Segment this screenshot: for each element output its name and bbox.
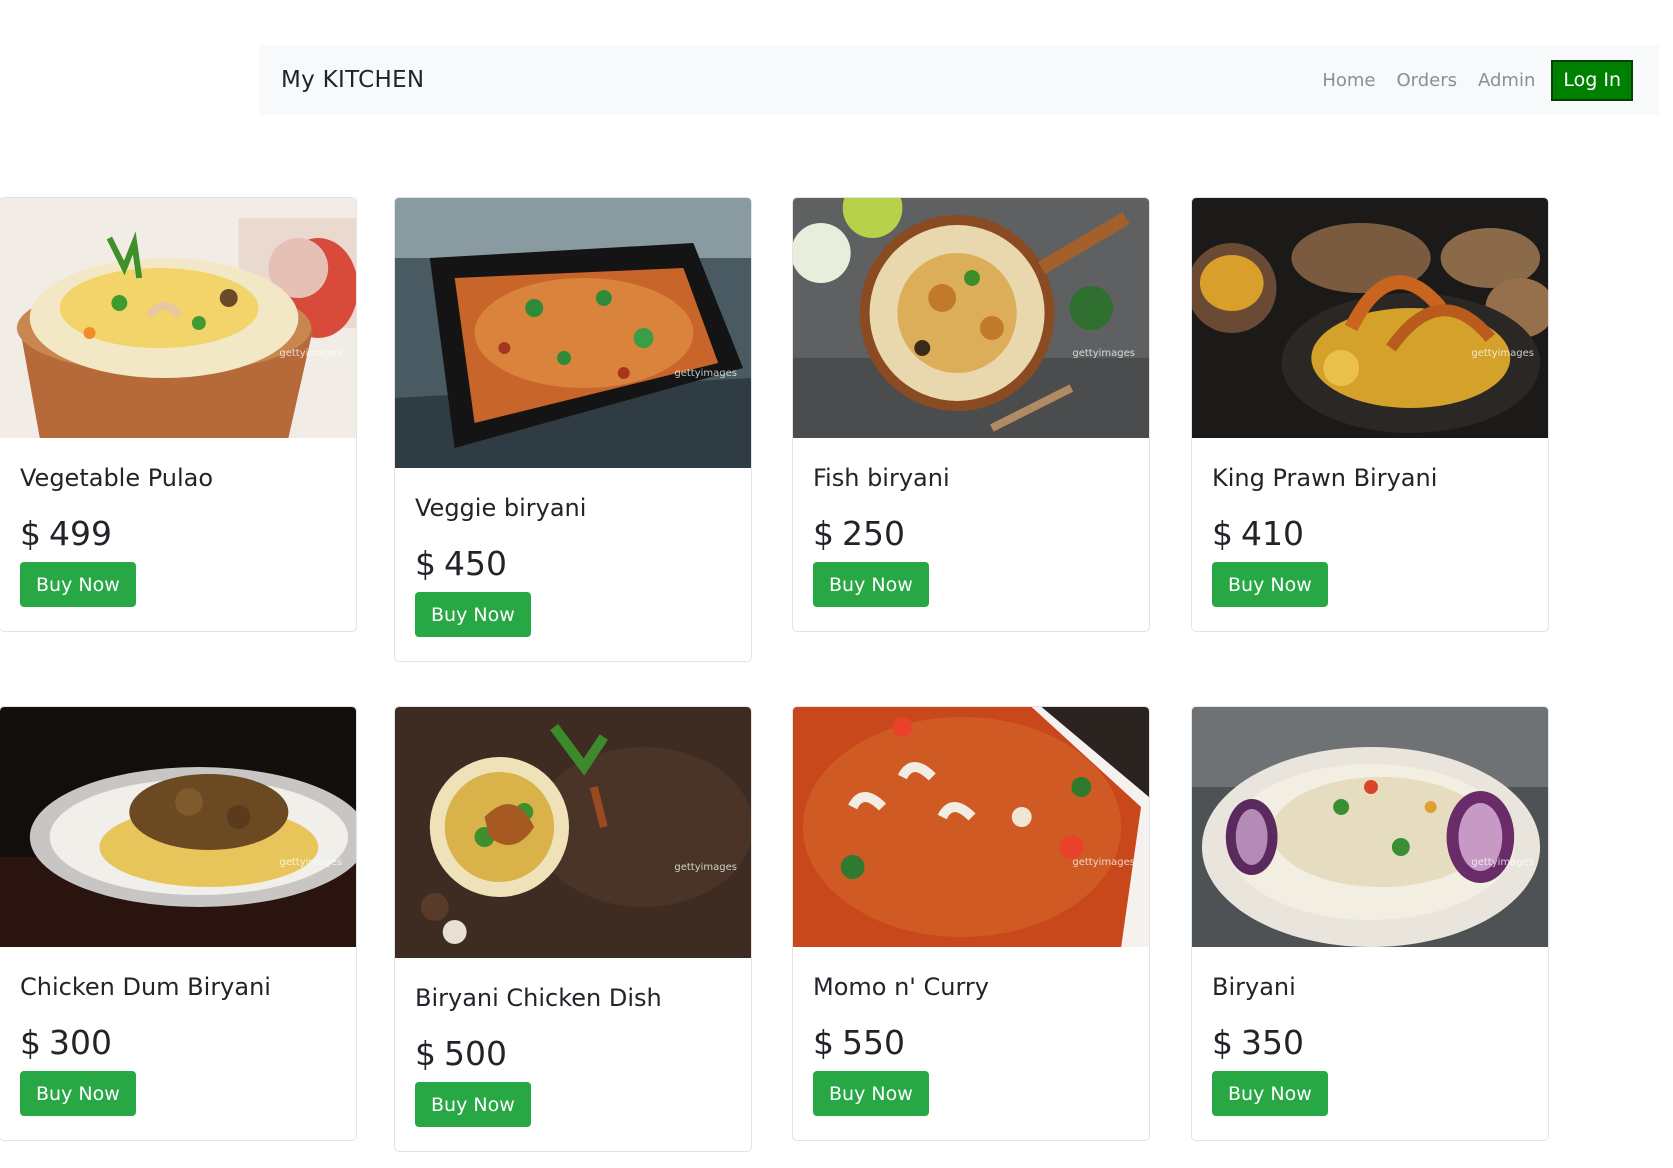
product-price: $ 499 [20, 514, 334, 553]
buy-now-button[interactable]: Buy Now [813, 562, 929, 607]
product-card-vegetable-pulao: gettyimages Vegetable Pulao $ 499 Buy No… [0, 197, 357, 632]
currency-symbol: $ [1212, 1023, 1233, 1062]
price-value: 350 [1241, 1023, 1304, 1062]
price-value: 499 [49, 514, 112, 553]
watermark-text: gettyimages [1471, 348, 1534, 359]
buy-now-button[interactable]: Buy Now [415, 592, 531, 637]
product-image-king-prawn-biryani: gettyimages [1192, 198, 1548, 438]
product-card-king-prawn-biryani: gettyimages King Prawn Biryani $ 410 Buy… [1191, 197, 1549, 632]
product-price: $ 350 [1212, 1023, 1526, 1062]
product-title: Biryani [1212, 973, 1296, 1001]
watermark-text: gettyimages [279, 348, 342, 359]
navbar: My KITCHEN Home Orders Admin Log In [259, 45, 1659, 115]
price-value: 300 [49, 1023, 112, 1062]
currency-symbol: $ [813, 1023, 834, 1062]
product-card-fish-biryani: gettyimages Fish biryani $ 250 Buy Now [792, 197, 1150, 632]
watermark-text: gettyimages [279, 857, 342, 868]
price-value: 450 [444, 544, 507, 583]
currency-symbol: $ [415, 1034, 436, 1073]
product-card-chicken-dum-biryani: gettyimages Chicken Dum Biryani $ 300 Bu… [0, 706, 357, 1141]
price-value: 500 [444, 1034, 507, 1073]
currency-symbol: $ [20, 514, 41, 553]
watermark-text: gettyimages [674, 368, 737, 379]
product-image-biryani: gettyimages [1192, 707, 1548, 947]
product-image-momo-n-curry: gettyimages [793, 707, 1149, 947]
buy-now-button[interactable]: Buy Now [1212, 562, 1328, 607]
product-price: $ 300 [20, 1023, 334, 1062]
product-card-veggie-biryani: gettyimages Veggie biryani $ 450 Buy Now [394, 197, 752, 662]
currency-symbol: $ [20, 1023, 41, 1062]
product-card-biryani-chicken-dish: gettyimages Biryani Chicken Dish $ 500 B… [394, 706, 752, 1152]
buy-now-button[interactable]: Buy Now [20, 1071, 136, 1116]
watermark-text: gettyimages [1471, 857, 1534, 868]
brand-logo[interactable]: My KITCHEN [281, 67, 424, 93]
price-value: 550 [842, 1023, 905, 1062]
card-body: Veggie biryani $ 450 Buy Now [395, 468, 751, 661]
price-value: 410 [1241, 514, 1304, 553]
product-price: $ 500 [415, 1034, 729, 1073]
card-body: Biryani $ 350 Buy Now [1192, 947, 1548, 1140]
card-body: Fish biryani $ 250 Buy Now [793, 438, 1149, 631]
product-title: Biryani Chicken Dish [415, 984, 662, 1012]
currency-symbol: $ [813, 514, 834, 553]
nav-admin-link[interactable]: Admin [1478, 70, 1535, 91]
watermark-text: gettyimages [1072, 348, 1135, 359]
product-image-vegetable-pulao: gettyimages [0, 198, 356, 438]
card-body: Vegetable Pulao $ 499 Buy Now [0, 438, 356, 631]
product-title: Vegetable Pulao [20, 464, 214, 492]
buy-now-button[interactable]: Buy Now [20, 562, 136, 607]
product-price: $ 250 [813, 514, 1127, 553]
buy-now-button[interactable]: Buy Now [813, 1071, 929, 1116]
product-price: $ 550 [813, 1023, 1127, 1062]
product-price: $ 450 [415, 544, 729, 583]
product-title: Momo n' Curry [813, 973, 990, 1001]
product-card-biryani: gettyimages Biryani $ 350 Buy Now [1191, 706, 1549, 1141]
product-image-chicken-dum-biryani: gettyimages [0, 707, 356, 947]
currency-symbol: $ [1212, 514, 1233, 553]
product-card-momo-n-curry: gettyimages Momo n' Curry $ 550 Buy Now [792, 706, 1150, 1141]
card-body: Momo n' Curry $ 550 Buy Now [793, 947, 1149, 1140]
product-image-veggie-biryani: gettyimages [395, 198, 751, 468]
buy-now-button[interactable]: Buy Now [1212, 1071, 1328, 1116]
product-image-biryani-chicken-dish: gettyimages [395, 707, 751, 958]
login-button[interactable]: Log In [1551, 59, 1633, 101]
page: My KITCHEN Home Orders Admin Log In gett… [0, 0, 1673, 1168]
price-value: 250 [842, 514, 905, 553]
card-body: Chicken Dum Biryani $ 300 Buy Now [0, 947, 356, 1140]
product-title: Veggie biryani [415, 494, 587, 522]
card-body: King Prawn Biryani $ 410 Buy Now [1192, 438, 1548, 631]
card-body: Biryani Chicken Dish $ 500 Buy Now [395, 958, 751, 1151]
product-title: Fish biryani [813, 464, 950, 492]
nav-links: Home Orders Admin Log In [1301, 45, 1637, 115]
buy-now-button[interactable]: Buy Now [415, 1082, 531, 1127]
nav-home-link[interactable]: Home [1322, 70, 1375, 91]
watermark-text: gettyimages [674, 862, 737, 873]
product-title: King Prawn Biryani [1212, 464, 1438, 492]
product-image-fish-biryani: gettyimages [793, 198, 1149, 438]
currency-symbol: $ [415, 544, 436, 583]
nav-orders-link[interactable]: Orders [1396, 70, 1457, 91]
product-title: Chicken Dum Biryani [20, 973, 271, 1001]
watermark-text: gettyimages [1072, 857, 1135, 868]
product-price: $ 410 [1212, 514, 1526, 553]
